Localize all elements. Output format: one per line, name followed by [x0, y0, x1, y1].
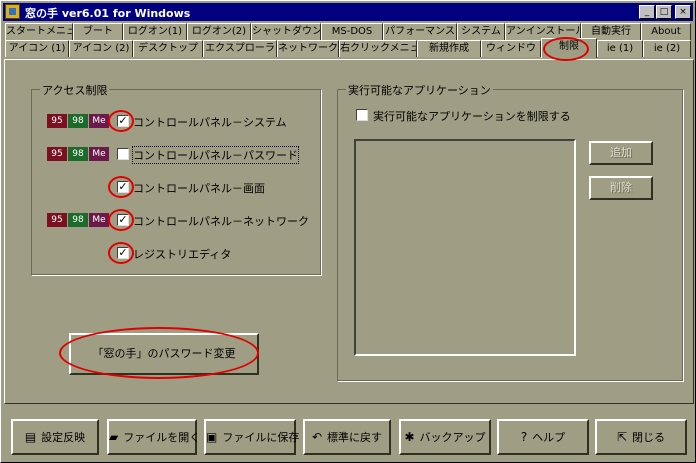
apply-settings-label: 設定反映: [41, 431, 86, 444]
access-group-title: アクセス制限: [40, 82, 110, 98]
close-app-label: 閉じる: [632, 431, 666, 444]
checkbox-regedit[interactable]: ✓: [117, 247, 129, 259]
checkbox-cp-system[interactable]: ✓: [117, 115, 129, 127]
label-cp-network[interactable]: コントロールパネル－ネットワーク: [133, 213, 309, 229]
exit-door-icon: ⇱: [616, 430, 628, 444]
tab-performance[interactable]: パフォーマンス: [383, 23, 457, 40]
label-cp-password[interactable]: コントロールパネル－パスワード: [132, 146, 299, 164]
tab-ie-2[interactable]: ie (2): [643, 40, 691, 57]
label-restrict-apps[interactable]: 実行可能なアプリケーションを制限する: [373, 108, 571, 124]
backup-icon: ✱: [404, 430, 415, 444]
tab-system[interactable]: システム: [457, 23, 505, 40]
badge-win95: 95: [47, 213, 67, 227]
app-icon: [5, 4, 20, 19]
close-button[interactable]: ×: [675, 5, 691, 19]
tab-logon-1[interactable]: ログオン(1): [123, 23, 187, 40]
badge-win95: 95: [47, 147, 67, 161]
undo-arrow-icon: ↶: [311, 430, 323, 444]
tab-start-menu[interactable]: スタートメニュー: [5, 23, 73, 40]
delete-button[interactable]: 削除: [589, 176, 653, 200]
label-cp-display[interactable]: コントロールパネル－画面: [133, 180, 265, 196]
restore-default-label: 標準に戻す: [327, 431, 383, 444]
tab-boot[interactable]: ブート: [73, 23, 123, 40]
maximize-button[interactable]: □: [656, 5, 672, 19]
close-app-button[interactable]: ⇱ 閉じる: [595, 419, 687, 455]
tab-about[interactable]: About: [641, 23, 691, 40]
checkbox-cp-display[interactable]: ✓: [117, 181, 129, 193]
label-regedit[interactable]: レジストリエディタ: [133, 246, 231, 262]
title-bar[interactable]: 窓の手 ver6.01 for Windows _ □ ×: [3, 3, 693, 21]
help-label: ヘルプ: [532, 431, 566, 444]
window-title: 窓の手 ver6.01 for Windows: [25, 7, 191, 20]
add-button[interactable]: 追加: [589, 141, 653, 165]
question-icon: ?: [520, 430, 528, 444]
label-cp-system[interactable]: コントロールパネル－システム: [133, 114, 287, 130]
apps-group-title: 実行可能なアプリケーション: [346, 82, 493, 98]
tab-desktop[interactable]: デスクトップ: [133, 40, 203, 57]
app-window: 窓の手 ver6.01 for Windows _ □ × スタートメニュー ブ…: [0, 0, 696, 463]
badge-winme: Me: [89, 213, 109, 227]
open-file-button[interactable]: ▰ ファイルを開く: [107, 419, 201, 455]
tab-shutdown[interactable]: シャットダウン: [251, 23, 321, 40]
apps-list-box[interactable]: [354, 139, 576, 356]
badge-winme: Me: [89, 114, 109, 128]
tab-icon-2[interactable]: アイコン (2): [69, 40, 133, 57]
badge-win98: 98: [68, 114, 88, 128]
tab-icon-1[interactable]: アイコン (1): [5, 40, 69, 57]
restore-default-button[interactable]: ↶ 標準に戻す: [303, 419, 391, 455]
tab-ie-1[interactable]: ie (1): [597, 40, 643, 57]
minimize-button[interactable]: _: [639, 5, 655, 19]
open-file-label: ファイルを開く: [123, 431, 201, 444]
checkbox-cp-password[interactable]: [117, 148, 129, 160]
tab-ms-dos[interactable]: MS-DOS: [321, 23, 383, 40]
settings-doc-icon: ▤: [24, 430, 37, 444]
badge-win98: 98: [68, 147, 88, 161]
tab-logon-2[interactable]: ログオン(2): [187, 23, 251, 40]
backup-label: バックアップ: [419, 431, 486, 444]
badge-win98: 98: [68, 213, 88, 227]
tab-restrictions[interactable]: 制限: [541, 38, 597, 58]
save-file-label: ファイルに保存: [222, 431, 300, 444]
checkbox-restrict-apps[interactable]: [356, 109, 368, 121]
badge-winme: Me: [89, 147, 109, 161]
apply-settings-button[interactable]: ▤ 設定反映: [11, 419, 99, 455]
help-button[interactable]: ? ヘルプ: [497, 419, 589, 455]
checkbox-cp-network[interactable]: ✓: [117, 214, 129, 226]
tab-window[interactable]: ウィンドウ: [481, 40, 541, 57]
backup-button[interactable]: ✱ バックアップ: [399, 419, 491, 455]
tab-explorer[interactable]: エクスプローラ: [203, 40, 277, 57]
folder-open-icon: ▰: [109, 430, 119, 444]
floppy-disk-icon: ▣: [206, 430, 218, 444]
change-password-button[interactable]: 「窓の手」のパスワード変更: [69, 333, 259, 375]
tab-new-item[interactable]: 新規作成: [417, 40, 481, 57]
badge-win95: 95: [47, 114, 67, 128]
tab-network[interactable]: ネットワーク: [277, 40, 339, 57]
save-file-button[interactable]: ▣ ファイルに保存: [204, 419, 300, 455]
tab-context-menu[interactable]: 右クリックメニュー: [339, 40, 417, 57]
